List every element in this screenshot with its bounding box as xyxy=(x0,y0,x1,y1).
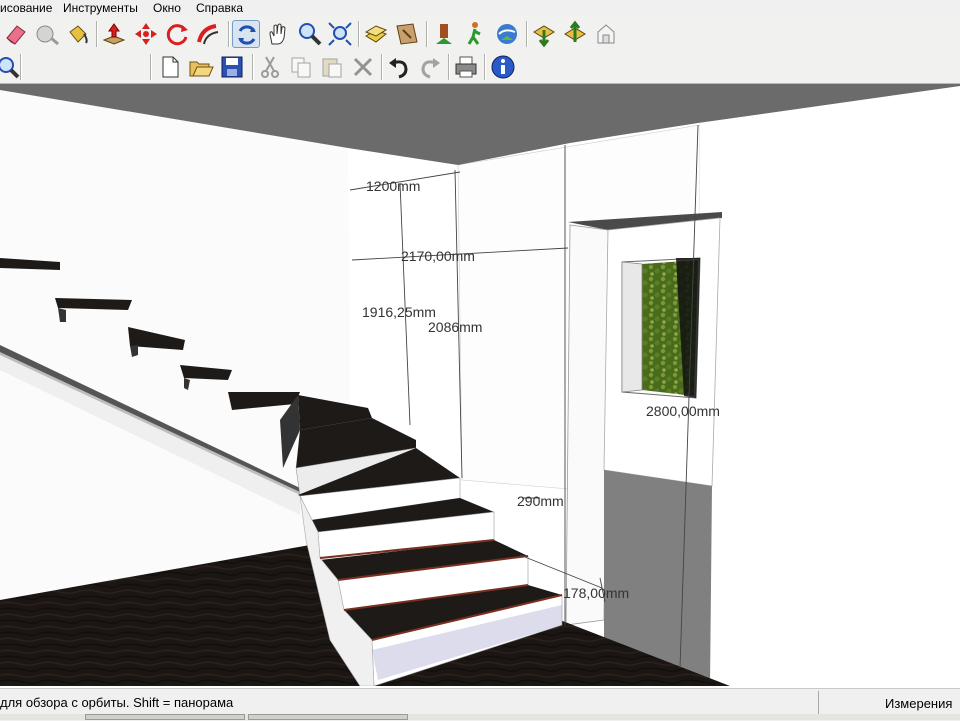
position-camera-icon[interactable] xyxy=(430,20,458,48)
menu-item-window[interactable]: Окно xyxy=(153,0,181,16)
paint-bucket-icon[interactable] xyxy=(64,20,92,48)
toolbar-separator xyxy=(228,21,230,47)
cut-icon[interactable] xyxy=(256,53,284,81)
get-models-icon[interactable] xyxy=(530,20,558,48)
dimension-label: 290mm xyxy=(517,493,564,509)
toolbar-separator xyxy=(150,54,152,80)
far-right-wall xyxy=(700,84,960,686)
redo-icon[interactable] xyxy=(416,53,444,81)
components-icon[interactable] xyxy=(362,20,390,48)
model-scene[interactable]: 1200mm 2170,00mm 1916,25mm 2086mm 2800,0… xyxy=(0,84,960,686)
dimension-label: 2086mm xyxy=(428,319,482,335)
undo-icon[interactable] xyxy=(385,53,413,81)
new-file-icon[interactable] xyxy=(156,53,184,81)
share-model-icon[interactable] xyxy=(561,20,589,48)
model-info-icon[interactable] xyxy=(489,53,517,81)
toolbar-separator xyxy=(252,54,254,80)
copy-icon[interactable] xyxy=(287,53,315,81)
paste-icon[interactable] xyxy=(318,53,346,81)
delete-icon[interactable] xyxy=(349,53,377,81)
menu-bar: исование Инструменты Окно Справка xyxy=(0,0,960,16)
taskbar-button[interactable] xyxy=(85,714,245,720)
toolbar-separator xyxy=(448,54,450,80)
toolbar-separator xyxy=(358,21,360,47)
building-maker-icon[interactable] xyxy=(592,20,620,48)
status-hint: для обзора с орбиты. Shift = панорама xyxy=(0,695,234,710)
menu-item-tools[interactable]: Инструменты xyxy=(63,0,138,16)
move-icon[interactable] xyxy=(132,20,160,48)
section-plane-icon[interactable] xyxy=(393,20,421,48)
toolbar-separator xyxy=(96,21,98,47)
dimension-label: 2800,00mm xyxy=(646,403,720,419)
follow-me-icon[interactable] xyxy=(194,20,222,48)
zoom-window-icon[interactable] xyxy=(0,53,22,81)
save-icon[interactable] xyxy=(218,53,246,81)
tape-measure-icon[interactable] xyxy=(33,20,61,48)
dimension-label: 2170,00mm xyxy=(401,248,475,264)
main-toolbar xyxy=(0,16,960,53)
open-file-icon[interactable] xyxy=(187,53,215,81)
toolbar-separator xyxy=(484,54,486,80)
dimension-label: 178,00mm xyxy=(563,585,629,601)
taskbar-button[interactable] xyxy=(248,714,408,720)
measurements-box[interactable]: Измерения xyxy=(818,691,959,715)
pan-hand-icon[interactable] xyxy=(264,20,292,48)
toolbar-separator xyxy=(381,54,383,80)
zoom-extents-icon[interactable] xyxy=(326,20,354,48)
print-icon[interactable] xyxy=(452,53,480,81)
google-earth-icon[interactable] xyxy=(493,20,521,48)
rotate-icon[interactable] xyxy=(163,20,191,48)
orbit-icon[interactable] xyxy=(232,20,260,48)
eraser-icon[interactable] xyxy=(2,20,30,48)
standard-toolbar xyxy=(0,52,960,84)
walk-icon[interactable] xyxy=(461,20,489,48)
toolbar-separator xyxy=(20,54,22,80)
dimension-label: 1200mm xyxy=(366,178,420,194)
zoom-icon[interactable] xyxy=(295,20,323,48)
push-pull-icon[interactable] xyxy=(100,20,128,48)
toolbar-separator xyxy=(426,21,428,47)
menu-item-help[interactable]: Справка xyxy=(196,0,243,16)
measurements-label: Измерения xyxy=(885,696,953,711)
dimension-label: 1916,25mm xyxy=(362,304,436,320)
taskbar-strip xyxy=(0,714,960,720)
menu-item-drawing[interactable]: исование xyxy=(0,0,52,16)
drawing-viewport[interactable]: 1200mm 2170,00mm 1916,25mm 2086mm 2800,0… xyxy=(0,84,960,686)
toolbar-separator xyxy=(526,21,528,47)
